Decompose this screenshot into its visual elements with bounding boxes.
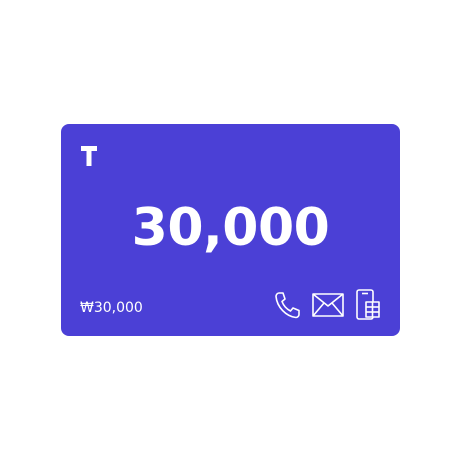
t-logo-icon bbox=[81, 146, 97, 166]
card-value-label: ₩30,000 bbox=[80, 300, 143, 316]
card-amount: 30,000 bbox=[131, 198, 330, 258]
envelope-icon bbox=[312, 293, 344, 317]
gift-card: 30,000 ₩30,000 bbox=[61, 124, 400, 336]
mobile-icon bbox=[355, 289, 381, 321]
page: 30,000 ₩30,000 bbox=[0, 0, 460, 460]
phone-icon bbox=[273, 290, 301, 320]
delivery-icons bbox=[273, 289, 381, 321]
